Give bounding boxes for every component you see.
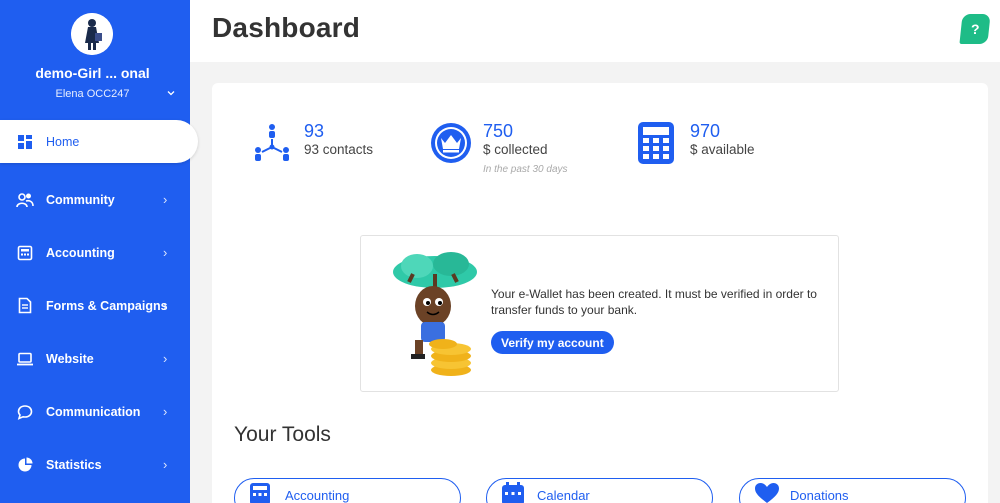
sidebar-item-forms-campaigns[interactable]: Forms & Campaigns › xyxy=(0,279,200,332)
tool-label: Accounting xyxy=(285,487,350,503)
heart-icon xyxy=(754,482,779,503)
org-avatar xyxy=(71,13,113,55)
sidebar-item-accounting[interactable]: Accounting › xyxy=(0,226,200,279)
stat-label: 93 contacts xyxy=(304,142,374,157)
pie-chart-icon xyxy=(16,456,34,474)
chevron-right-icon: › xyxy=(163,457,168,472)
stat-period-note: In the past 30 days xyxy=(483,164,568,175)
sidebar-item-statistics[interactable]: Statistics › xyxy=(0,438,200,491)
tool-label: Calendar xyxy=(537,487,590,503)
users-icon xyxy=(16,191,34,209)
chevron-right-icon: › xyxy=(163,351,168,366)
stat-label: $ available xyxy=(690,142,755,157)
stat-available[interactable]: 970 $ available xyxy=(636,121,755,165)
user-name: Elena OCC247 xyxy=(55,88,130,100)
stat-value: 970 xyxy=(690,121,721,141)
contacts-network-icon xyxy=(250,121,294,165)
sidebar-item-home[interactable]: Home xyxy=(0,120,198,163)
chevron-right-icon: › xyxy=(163,298,168,313)
stat-contacts[interactable]: 93 93 contacts xyxy=(250,121,373,165)
crown-icon xyxy=(429,121,473,165)
sidebar-item-label: Statistics xyxy=(46,457,102,472)
sidebar-nav: Home Community › Accounting › Forms & Ca… xyxy=(0,120,200,491)
sidebar-item-communication[interactable]: Communication › xyxy=(0,385,200,438)
help-icon: ? xyxy=(970,21,980,37)
tool-donations[interactable]: Donations xyxy=(739,478,966,503)
sidebar-item-label: Accounting xyxy=(46,245,115,260)
ewallet-message: Your e-Wallet has been created. It must … xyxy=(491,287,817,317)
page-title: Dashboard xyxy=(212,12,361,43)
chevron-right-icon: › xyxy=(163,192,168,207)
calculator-icon xyxy=(636,121,680,165)
tool-label: Donations xyxy=(790,487,849,503)
sidebar-item-label: Website xyxy=(46,351,94,366)
sidebar-item-community[interactable]: Community › xyxy=(0,173,200,226)
calculator-icon xyxy=(16,244,34,262)
tree-mascot-illustration xyxy=(387,244,482,379)
verify-account-button[interactable]: Verify my account xyxy=(491,331,614,354)
help-button[interactable]: ? xyxy=(959,14,991,44)
stat-value: 93 xyxy=(304,121,325,141)
sidebar-item-label: Home xyxy=(46,134,80,149)
tool-accounting[interactable]: Accounting xyxy=(234,478,461,503)
ewallet-notice: Your e-Wallet has been created. It must … xyxy=(360,235,839,392)
chevron-down-icon[interactable] xyxy=(166,88,176,101)
sidebar-item-website[interactable]: Website › xyxy=(0,332,200,385)
home-grid-icon xyxy=(16,133,34,151)
calculator-icon xyxy=(249,482,271,503)
sidebar: demo-Girl ... onal Elena OCC247 Home Com… xyxy=(0,0,198,503)
org-switcher[interactable]: demo-Girl ... onal Elena OCC247 xyxy=(0,0,190,115)
sidebar-item-label: Forms & Campaigns xyxy=(46,298,168,313)
laptop-icon xyxy=(16,350,34,368)
chevron-right-icon: › xyxy=(163,404,168,419)
top-header: Dashboard ? xyxy=(190,0,1000,62)
calendar-icon xyxy=(501,482,524,503)
stat-label: $ collected xyxy=(483,142,548,157)
org-name: demo-Girl ... onal xyxy=(35,65,150,81)
sidebar-item-label: Communication xyxy=(46,404,141,419)
document-icon xyxy=(16,297,34,315)
tool-calendar[interactable]: Calendar xyxy=(486,478,713,503)
chat-icon xyxy=(16,403,34,421)
sidebar-item-label: Community xyxy=(46,192,115,207)
stat-collected[interactable]: 750 $ collected In the past 30 days xyxy=(429,121,568,175)
tools-heading: Your Tools xyxy=(234,423,331,446)
stat-value: 750 xyxy=(483,121,514,141)
chevron-right-icon: › xyxy=(163,245,168,260)
dashboard-card: 93 93 contacts 750 $ collected In the pa… xyxy=(212,83,988,503)
